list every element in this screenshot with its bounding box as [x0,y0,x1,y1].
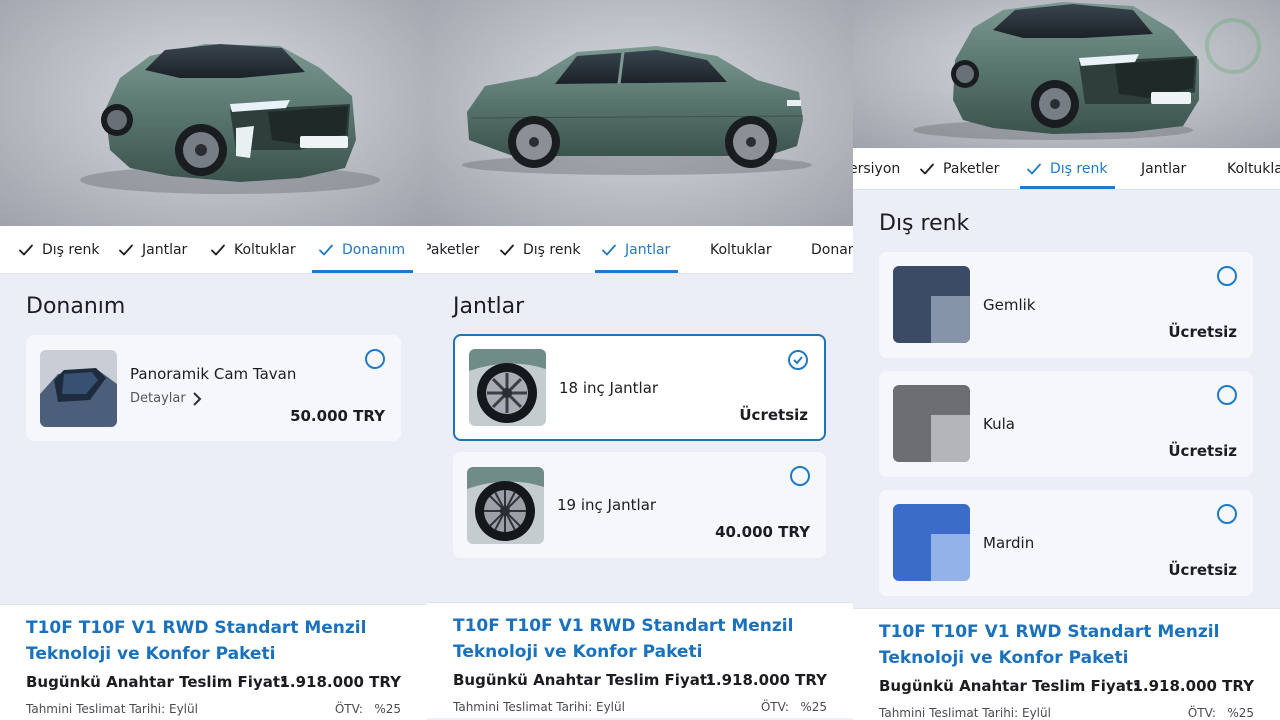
color-swatch-kula [893,385,970,462]
option-name: Panoramik Cam Tavan [130,365,297,383]
price-summary: T10F T10F V1 RWD Standart Menzil Teknolo… [0,604,427,720]
check-icon [601,242,617,258]
color-card-mardin[interactable]: Mardin Ücretsiz [879,490,1253,596]
car-hero-image [427,0,853,226]
tab-donanim[interactable]: Donan [811,226,853,273]
check-icon [18,242,34,258]
wheel-18-thumbnail [469,349,546,426]
color-name: Mardin [983,534,1035,552]
color-name: Gemlik [983,296,1036,314]
tab-dis-renk[interactable]: Dış renk [499,226,580,273]
tab-paketler[interactable]: Paketler [919,148,999,189]
price-label: Bugünkü Anahtar Teslim Fiyat: [879,677,1140,695]
tab-dis-renk[interactable]: Dış renk [18,226,99,273]
togg-logo-icon [1205,18,1261,74]
option-price: Ücretsiz [739,406,808,424]
configurator-panel-equipment: Dış renk Jantlar Koltuklar Donanım Donan… [0,0,427,720]
color-name: Kula [983,415,1015,433]
check-icon [499,242,515,258]
section-title: Jantlar [453,294,525,319]
color-price: Ücretsiz [1168,561,1237,579]
delivery-date: Tahmini Teslimat Tarihi: Eylül [453,700,625,714]
option-card-18-inch-wheels[interactable]: 18 inç Jantlar Ücretsiz [453,334,826,441]
car-hero-image [853,0,1280,148]
tab-paketler[interactable]: Paketler [427,226,479,273]
tab-jantlar[interactable]: Jantlar [118,226,187,273]
radio-icon[interactable] [1217,385,1237,405]
tab-koltuklar[interactable]: Koltukla [1227,148,1280,189]
radio-icon[interactable] [1217,266,1237,286]
tab-jantlar[interactable]: Jantlar [594,226,679,273]
section-title: Dış renk [879,211,970,236]
delivery-date: Tahmini Teslimat Tarihi: Eylül [26,702,198,716]
color-price: Ücretsiz [1168,323,1237,341]
price-value: 1.918.000 TRY [279,673,401,691]
model-title[interactable]: T10F T10F V1 RWD Standart Menzil Teknolo… [879,619,1239,671]
section-title: Donanım [26,294,126,319]
price-value: 1.918.000 TRY [1132,677,1254,695]
otv-rate: ÖTV: %25 [760,700,827,714]
price-value: 1.918.000 TRY [705,671,827,689]
option-card-19-inch-wheels[interactable]: 19 inç Jantlar 40.000 TRY [453,452,826,558]
tab-koltuklar[interactable]: Koltuklar [210,226,296,273]
otv-rate: ÖTV: %25 [334,702,401,716]
price-label: Bugünkü Anahtar Teslim Fiyat: [453,671,714,689]
tab-jantlar[interactable]: Jantlar [1141,148,1186,189]
model-title[interactable]: T10F T10F V1 RWD Standart Menzil Teknolo… [26,615,386,667]
details-link[interactable]: Detaylar [130,391,202,406]
check-icon [1026,161,1042,177]
tab-donanim[interactable]: Donanım [311,226,414,273]
config-tabs: Dış renk Jantlar Koltuklar Donanım [0,226,427,274]
radio-icon[interactable] [365,349,385,369]
config-tabs: Paketler Dış renk Jantlar Koltuklar Dona… [427,226,853,274]
otv-rate: ÖTV: %25 [1187,706,1254,720]
model-title[interactable]: T10F T10F V1 RWD Standart Menzil Teknolo… [453,613,813,665]
radio-checked-icon[interactable] [788,350,808,370]
price-summary: T10F T10F V1 RWD Standart Menzil Teknolo… [853,608,1280,720]
option-price: 50.000 TRY [290,407,385,425]
config-tabs: ersiyon Paketler Dış renk Jantlar Koltuk… [853,148,1280,190]
color-card-kula[interactable]: Kula Ücretsiz [879,371,1253,477]
panoramic-roof-thumbnail [40,350,117,427]
configurator-panel-exterior-color: ersiyon Paketler Dış renk Jantlar Koltuk… [853,0,1280,720]
price-summary: T10F T10F V1 RWD Standart Menzil Teknolo… [427,602,853,718]
tab-dis-renk[interactable]: Dış renk [1019,148,1116,189]
option-name: 19 inç Jantlar [557,496,657,514]
color-swatch-gemlik [893,266,970,343]
car-hero-image [0,0,427,226]
radio-icon[interactable] [790,466,810,486]
tab-versiyon[interactable]: ersiyon [853,148,900,189]
wheel-19-thumbnail [467,467,544,544]
check-icon [210,242,226,258]
check-icon [919,161,935,177]
tab-koltuklar[interactable]: Koltuklar [710,226,772,273]
option-price: 40.000 TRY [715,523,810,541]
option-name: 18 inç Jantlar [559,379,659,397]
color-swatch-mardin [893,504,970,581]
price-label: Bugünkü Anahtar Teslim Fiyat: [26,673,287,691]
check-icon [318,242,334,258]
color-price: Ücretsiz [1168,442,1237,460]
radio-icon[interactable] [1217,504,1237,524]
color-card-gemlik[interactable]: Gemlik Ücretsiz [879,252,1253,358]
configurator-panel-wheels: Paketler Dış renk Jantlar Koltuklar Dona… [427,0,853,720]
check-icon [118,242,134,258]
delivery-date: Tahmini Teslimat Tarihi: Eylül [879,706,1051,720]
chevron-right-icon [192,391,202,406]
option-card-panoramic-roof[interactable]: Panoramik Cam Tavan Detaylar 50.000 TRY [26,335,401,441]
